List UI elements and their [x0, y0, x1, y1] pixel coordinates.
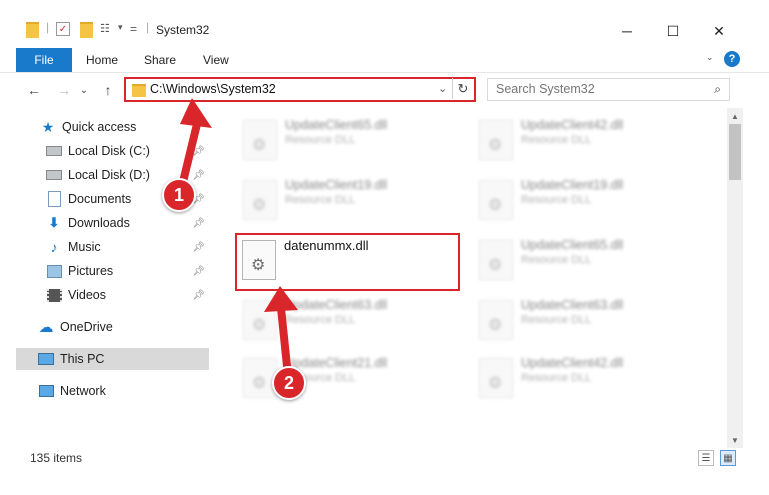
- arrow-2-head: [264, 286, 298, 312]
- step-1-badge: 1: [162, 178, 196, 212]
- arrow-1-head: [180, 98, 212, 128]
- annotation-arrows: [178, 98, 298, 380]
- arrow-1-shaft: [178, 116, 202, 190]
- step-2-badge: 2: [272, 366, 306, 400]
